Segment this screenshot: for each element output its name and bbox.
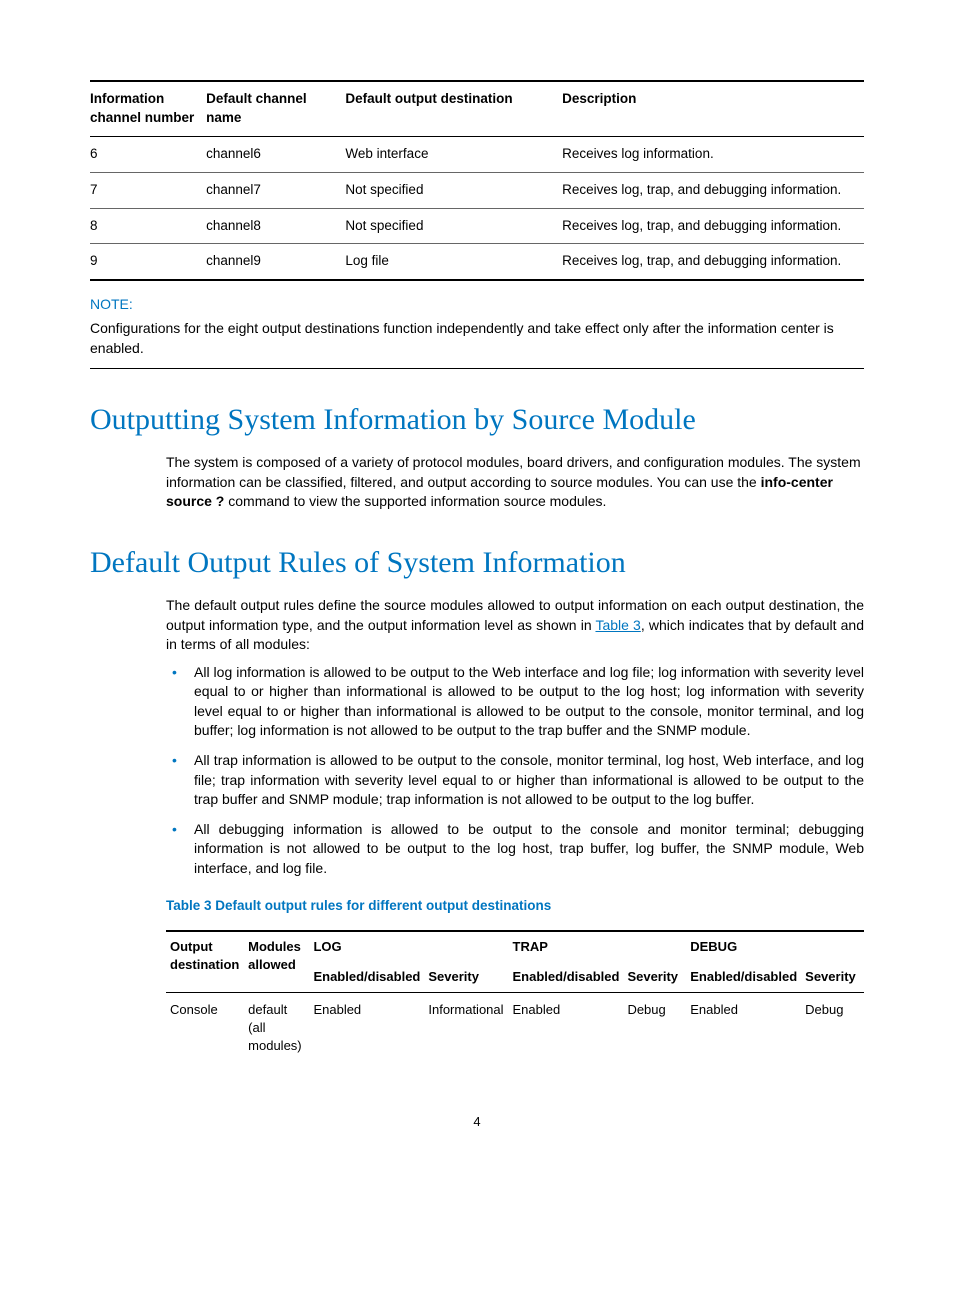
th-default-channel-name: Default channel name [206,81,345,136]
bullet-list: All log information is allowed to be out… [166,663,864,879]
table-row: Console default (all modules) Enabled In… [166,992,864,1063]
section2-paragraph: The default output rules define the sour… [166,596,864,655]
list-item: All debugging information is allowed to … [166,820,864,879]
th-trap: TRAP [509,931,687,962]
output-rules-table: Output destination Modules allowed LOG T… [166,930,864,1064]
page-number: 4 [90,1113,864,1131]
th-info-channel-number: Information channel number [90,81,206,136]
table3-link[interactable]: Table 3 [595,617,640,633]
th-debug: DEBUG [686,931,864,962]
section1-paragraph: The system is composed of a variety of p… [166,453,864,512]
note-label: NOTE: [90,295,864,315]
channel-table: Information channel number Default chann… [90,80,864,281]
table-row: 9 channel9 Log file Receives log, trap, … [90,244,864,280]
table-row: 8 channel8 Not specified Receives log, t… [90,208,864,244]
heading-outputting: Outputting System Information by Source … [90,399,864,441]
th-default-output-dest: Default output destination [345,81,562,136]
th-modules-allowed: Modules allowed [244,931,309,993]
th-log: LOG [309,931,508,962]
table-row: 6 channel6 Web interface Receives log in… [90,136,864,172]
th-description: Description [562,81,864,136]
list-item: All log information is allowed to be out… [166,663,864,741]
list-item: All trap information is allowed to be ou… [166,751,864,810]
note-text: Configurations for the eight output dest… [90,319,864,369]
table3-caption: Table 3 Default output rules for differe… [166,897,864,916]
th-output-dest: Output destination [166,931,244,993]
table-row: 7 channel7 Not specified Receives log, t… [90,172,864,208]
heading-default-rules: Default Output Rules of System Informati… [90,542,864,584]
